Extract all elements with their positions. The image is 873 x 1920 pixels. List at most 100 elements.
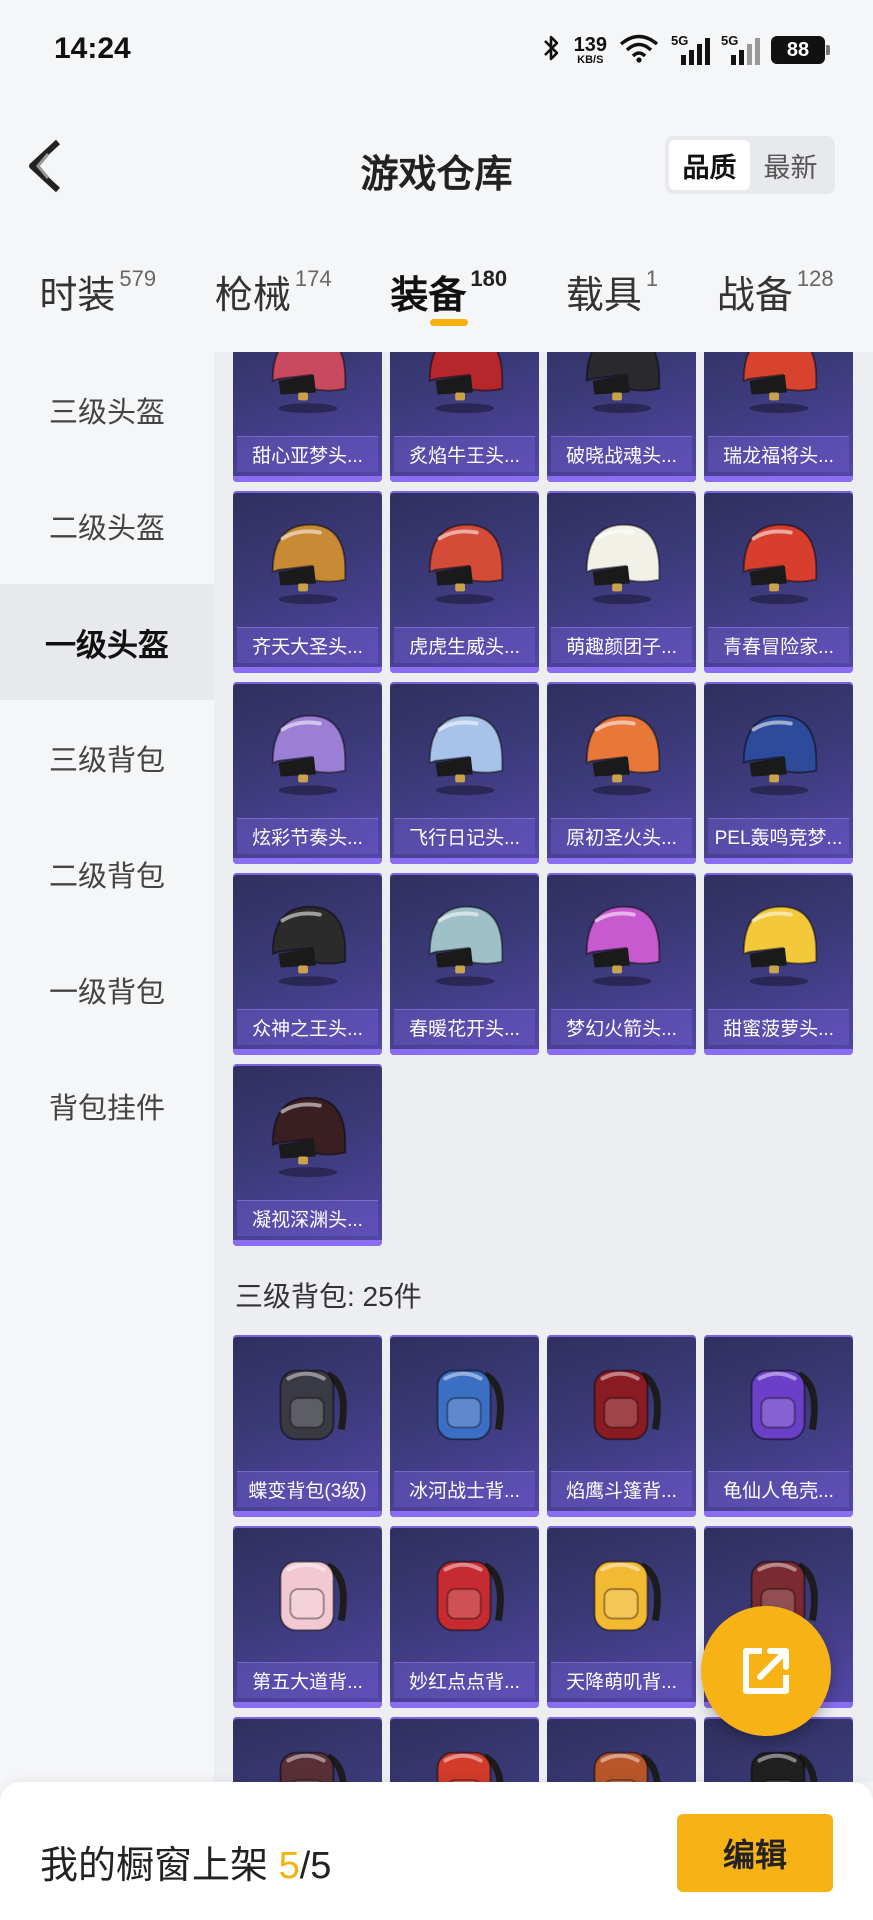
backpack-item-name: 冰河战士背... [394, 1471, 535, 1507]
sidebar-item-level2-backpack[interactable]: 二级背包 [0, 816, 214, 932]
category-tabs: 时装 579 枪械 174 装备 180 载具 1 战备 128 [0, 250, 873, 350]
helmet-item-image [547, 883, 696, 1001]
helmet-item-image [704, 501, 853, 619]
helmet-item-card[interactable]: 梦幻火箭头... [547, 873, 696, 1055]
helmet-item-card[interactable]: 齐天大圣头... [233, 491, 382, 673]
sidebar-item-level3-backpack[interactable]: 三级背包 [0, 700, 214, 816]
backpack-item-card[interactable]: 天降萌叽背... [547, 1526, 696, 1708]
tab-supplies[interactable]: 战备 128 [717, 250, 834, 350]
helmet-item-name: 原初圣火头... [551, 818, 692, 854]
helmet-item-name: 破晓战魂头... [551, 436, 692, 472]
sidebar: 三级头盔 二级头盔 一级头盔 三级背包 二级背包 一级背包 背包挂件 [0, 352, 214, 1782]
section-title-backpacks: 三级背包: 25件 [235, 1281, 422, 1312]
backpack-item-image [233, 1536, 382, 1654]
helmet-item-name: 甜蜜菠萝头... [708, 1009, 849, 1045]
helmet-item-name: 众神之王头... [237, 1009, 378, 1045]
backpack-item-name: 第五大道背... [237, 1662, 378, 1698]
helmet-item-name: 炙焰牛王头... [394, 436, 535, 472]
sort-toggle: 品质 最新 [665, 136, 835, 194]
wifi-icon [619, 33, 659, 68]
helmet-item-name: 甜心亚梦头... [237, 436, 378, 472]
backpack-item-name: 蝶变背包(3级) [237, 1471, 378, 1507]
helmet-item-name: 飞行日记头... [394, 818, 535, 854]
helmet-item-image [233, 501, 382, 619]
helmet-item-image [547, 352, 696, 428]
tab-fashion[interactable]: 时装 579 [39, 250, 156, 350]
backpack-item-image [547, 1345, 696, 1463]
helmet-item-image [233, 883, 382, 1001]
sidebar-item-level3-helmet[interactable]: 三级头盔 [0, 352, 214, 468]
helmet-item-card[interactable]: 炫彩节奏头... [233, 682, 382, 864]
backpack-item-card[interactable]: 焰鹰斗篷背... [547, 1335, 696, 1517]
chevron-left-icon [29, 139, 61, 193]
helmet-item-card[interactable]: 甜蜜菠萝头... [704, 873, 853, 1055]
helmet-item-card[interactable]: 原初圣火头... [547, 682, 696, 864]
tab-weapons[interactable]: 枪械 174 [215, 250, 332, 350]
showcase-count: 我的橱窗上架 5/5 [40, 1845, 332, 1887]
backpack-item-name: 妙红点点背... [394, 1662, 535, 1698]
status-time: 14:24 [54, 32, 131, 65]
tab-vehicles[interactable]: 载具 1 [566, 250, 658, 350]
helmet-item-image [390, 692, 539, 810]
battery-icon: 88 [771, 36, 830, 64]
backpack-item-card[interactable]: 冰河战士背... [390, 1335, 539, 1517]
helmet-item-card[interactable]: 众神之王头... [233, 873, 382, 1055]
backpack-item-card[interactable]: 龟仙人龟壳... [704, 1335, 853, 1517]
helmet-item-image [390, 883, 539, 1001]
edit-button[interactable]: 编辑 [677, 1814, 833, 1892]
helmet-item-card[interactable]: 瑞龙福将头... [704, 352, 853, 482]
backpack-item-image [704, 1345, 853, 1463]
sidebar-item-backpack-pendant[interactable]: 背包挂件 [0, 1048, 214, 1164]
helmet-item-name: 萌趣颜团子... [551, 627, 692, 663]
helmet-item-name: 齐天大圣头... [237, 627, 378, 663]
helmet-item-card[interactable]: 飞行日记头... [390, 682, 539, 864]
helmet-item-name: 春暖花开头... [394, 1009, 535, 1045]
backpack-item-name: 焰鹰斗篷背... [551, 1471, 692, 1507]
active-tab-indicator [429, 319, 468, 326]
share-icon [743, 1648, 789, 1694]
backpack-item-image [390, 1727, 539, 1782]
backpack-item-image [547, 1727, 696, 1782]
back-button[interactable] [22, 134, 82, 194]
helmet-item-card[interactable]: 虎虎生威头... [390, 491, 539, 673]
helmet-item-card[interactable]: 炙焰牛王头... [390, 352, 539, 482]
share-button[interactable] [701, 1606, 831, 1736]
helmet-item-image [233, 352, 382, 428]
helmet-item-card[interactable]: 青春冒险家... [704, 491, 853, 673]
helmet-item-image [233, 1074, 382, 1192]
helmet-item-image [547, 501, 696, 619]
sort-quality-option[interactable]: 品质 [669, 140, 750, 190]
backpack-item-card[interactable] [547, 1717, 696, 1782]
helmet-item-name: 凝视深渊头... [237, 1200, 378, 1236]
helmet-item-card[interactable]: 破晓战魂头... [547, 352, 696, 482]
backpack-item-name: 天降萌叽背... [551, 1662, 692, 1698]
status-bar: 14:24 139 KB/S 5G 5G 88 [0, 0, 873, 100]
helmet-item-image [390, 352, 539, 428]
helmet-item-card[interactable]: 甜心亚梦头... [233, 352, 382, 482]
helmet-item-name: 虎虎生威头... [394, 627, 535, 663]
helmet-item-image [704, 352, 853, 428]
backpack-item-card[interactable]: 第五大道背... [233, 1526, 382, 1708]
sidebar-item-level1-helmet[interactable]: 一级头盔 [0, 584, 214, 700]
helmet-item-name: 青春冒险家... [708, 627, 849, 663]
helmet-item-card[interactable]: PEL轰鸣竞梦... [704, 682, 853, 864]
helmet-item-name: 炫彩节奏头... [237, 818, 378, 854]
backpack-item-card[interactable]: 妙红点点背... [390, 1526, 539, 1708]
tab-equipment[interactable]: 装备 180 [390, 250, 507, 350]
helmet-item-card[interactable]: 萌趣颜团子... [547, 491, 696, 673]
signal-5g-icon-2: 5G [721, 33, 760, 65]
backpack-item-card[interactable] [233, 1717, 382, 1782]
helmet-item-card[interactable]: 春暖花开头... [390, 873, 539, 1055]
backpack-item-name: 龟仙人龟壳... [708, 1471, 849, 1507]
helmet-item-card[interactable]: 凝视深渊头... [233, 1064, 382, 1246]
sidebar-item-level1-backpack[interactable]: 一级背包 [0, 932, 214, 1048]
helmet-item-image [390, 501, 539, 619]
sort-newest-option[interactable]: 最新 [750, 140, 831, 190]
backpack-item-card[interactable]: 蝶变背包(3级) [233, 1335, 382, 1517]
helmet-item-name: 梦幻火箭头... [551, 1009, 692, 1045]
item-list: 甜心亚梦头... 炙焰牛王头... 破晓战魂头... 瑞龙福将头... 齐天大圣头...… [214, 352, 873, 1782]
sidebar-item-level2-helmet[interactable]: 二级头盔 [0, 468, 214, 584]
bottom-bar: 我的橱窗上架 5/5 编辑 [0, 1782, 873, 1920]
backpack-item-image [233, 1345, 382, 1463]
backpack-item-card[interactable] [390, 1717, 539, 1782]
